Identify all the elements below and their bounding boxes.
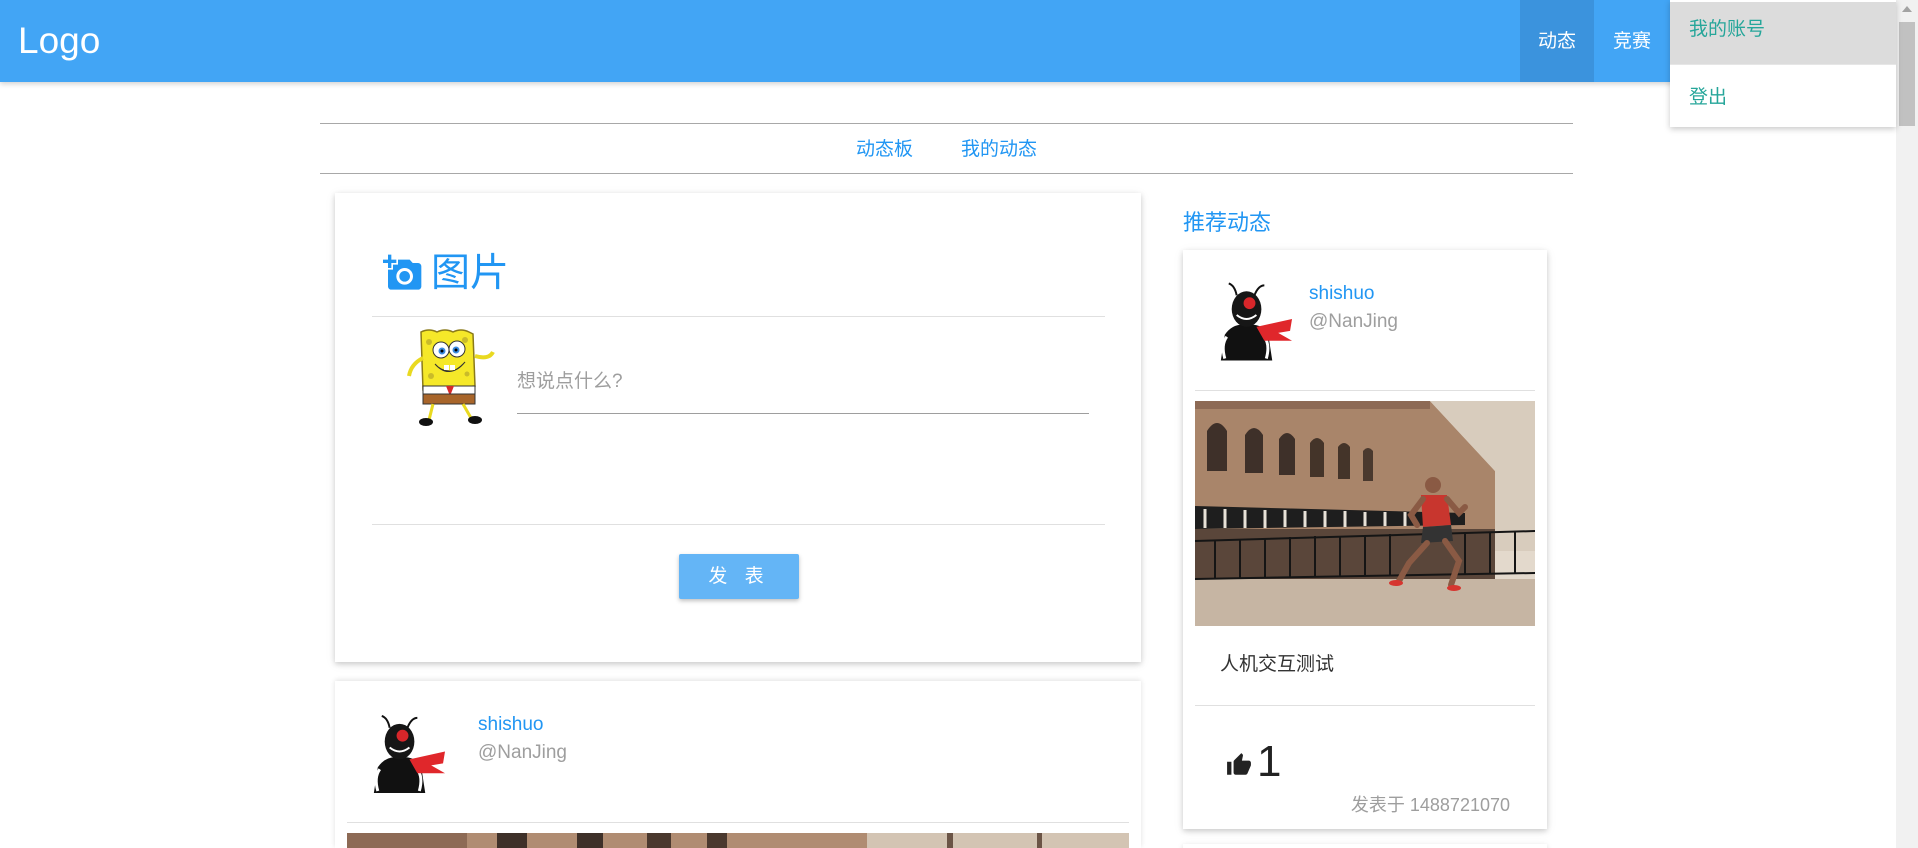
vertical-scrollbar[interactable] (1896, 0, 1918, 848)
post-username[interactable]: shishuo (1309, 282, 1375, 306)
publish-button[interactable]: 发 表 (679, 554, 799, 599)
recommended-post-card-next (1183, 844, 1547, 848)
post-divider (1195, 390, 1535, 391)
like-count: 1 (1257, 737, 1282, 786)
recommended-post-card: shishuo @NanJing 人机交互测试 1 发表于 1488721070 (1183, 250, 1547, 829)
spongebob-avatar (399, 324, 503, 428)
rider-avatar[interactable] (360, 708, 447, 793)
scroll-up-arrow-icon[interactable] (1902, 6, 1912, 12)
composer-divider-top (372, 316, 1105, 317)
top-navbar: Logo 动态 竞赛 (0, 0, 1896, 82)
post-location: @NanJing (478, 742, 567, 763)
composer-title[interactable]: 图片 (431, 251, 509, 297)
feed-tabs: 动态板 我的动态 (320, 123, 1573, 174)
nav-item-competition[interactable]: 竞赛 (1594, 0, 1670, 82)
account-dropdown: 我的账号 登出 (1670, 0, 1896, 127)
post-divider (347, 822, 1129, 823)
nav-item-feed[interactable]: 动态 (1520, 0, 1594, 82)
post-image[interactable] (1195, 401, 1535, 626)
post-image[interactable] (347, 833, 1129, 848)
post-location: @NanJing (1309, 311, 1398, 332)
page: Logo 动态 竞赛 我的账号 登出 动态板 我的动态 图片 想说点什么? 发 … (0, 0, 1918, 848)
tab-feed-board[interactable]: 动态板 (856, 124, 913, 173)
logo[interactable]: Logo (18, 0, 100, 82)
feed-post-card: shishuo @NanJing (335, 681, 1141, 848)
scrollbar-thumb[interactable] (1899, 22, 1915, 126)
post-timestamp: 发表于 1488721070 (1350, 795, 1510, 815)
composer-input[interactable] (517, 351, 1089, 414)
post-username[interactable]: shishuo (478, 713, 544, 737)
post-text: 人机交互测试 (1220, 654, 1335, 675)
post-footer-divider (1195, 705, 1535, 706)
tab-my-feed[interactable]: 我的动态 (961, 124, 1037, 173)
add-photo-icon[interactable] (383, 253, 423, 293)
composer-card: 图片 发 表 (335, 193, 1141, 662)
thumb-up-icon[interactable] (1226, 752, 1252, 778)
rider-avatar[interactable] (1207, 275, 1294, 361)
recommended-heading: 推荐动态 (1183, 210, 1272, 235)
composer-divider-bottom (372, 524, 1105, 525)
menu-item-logout[interactable]: 登出 (1670, 65, 1896, 127)
menu-item-my-account[interactable]: 我的账号 (1670, 2, 1896, 64)
